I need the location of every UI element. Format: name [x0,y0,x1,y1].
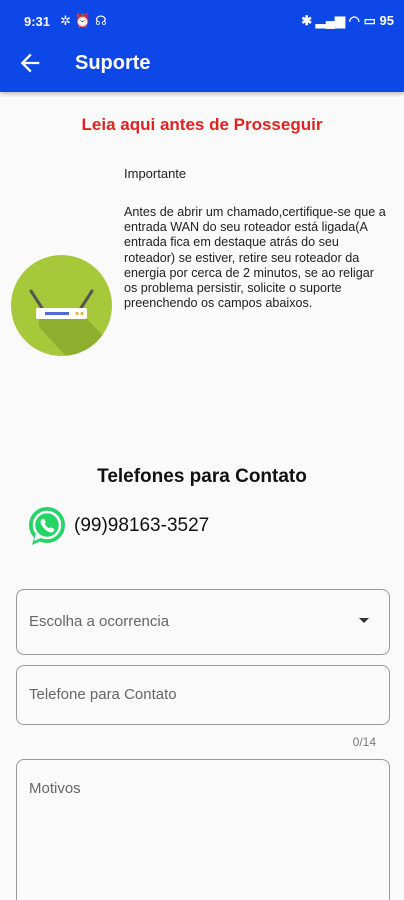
phone-label: Telefone para Contato [29,686,177,703]
occurrence-label: Escolha a ocorrencia [29,613,170,630]
status-bar: 9:31 ✲⏰☊ ✱ ▂▄▆ ◠ ▭ 95 [0,0,404,34]
status-notification-icons: ✲⏰☊ [60,13,111,29]
battery-percent: 95 [379,13,394,28]
alarm-icon: ⏰ [74,13,96,28]
bluetooth-icon: ✱ [301,13,313,28]
fan-icon: ✲ [60,13,75,28]
contacts-title: Telefones para Contato [97,466,307,487]
reasons-label: Motivos [29,780,81,797]
notice-body: Antes de abrir um chamado,certifique-se … [124,205,386,311]
app-bar: Suporte [0,34,404,92]
status-right-group: ✱ ▂▄▆ ◠ ▭ 95 [301,13,394,29]
whatsapp-number[interactable]: (99)98163-3527 [74,515,209,537]
reasons-textarea[interactable]: Motivos [16,759,390,900]
router-icon [29,289,112,356]
router-image [11,255,112,356]
phone-input[interactable]: Telefone para Contato [16,665,390,725]
wifi-icon: ◠ [348,13,360,28]
app-title: Suporte [75,52,151,74]
phone-char-counter: 0/14 [352,735,376,749]
notice-title: Leia aqui antes de Prosseguir [81,115,323,134]
headset-icon: ☊ [95,13,111,28]
occurrence-dropdown[interactable]: Escolha a ocorrencia [16,589,390,655]
status-time: 9:31 [24,14,51,29]
notice-heading: Importante [124,166,187,181]
battery-icon: ▭ [363,13,376,28]
signal-icon: ▂▄▆ [315,13,346,28]
whatsapp-icon[interactable] [26,505,68,547]
dropdown-arrow-icon [359,618,369,623]
back-arrow-icon[interactable] [16,49,44,77]
